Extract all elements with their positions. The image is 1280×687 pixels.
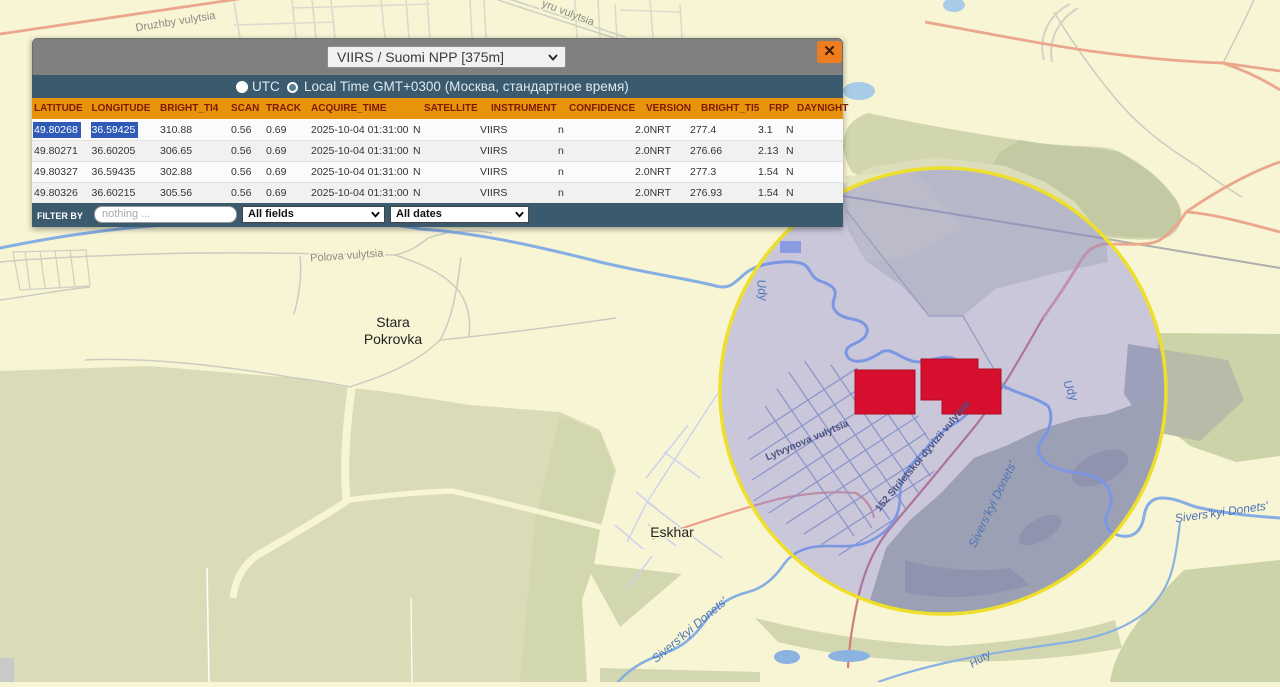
svg-text:Udy: Udy [754, 279, 771, 303]
svg-text:Stara: Stara [376, 314, 410, 330]
svg-text:Eskhar: Eskhar [650, 524, 694, 540]
svg-text:Pokrovka: Pokrovka [364, 331, 423, 347]
